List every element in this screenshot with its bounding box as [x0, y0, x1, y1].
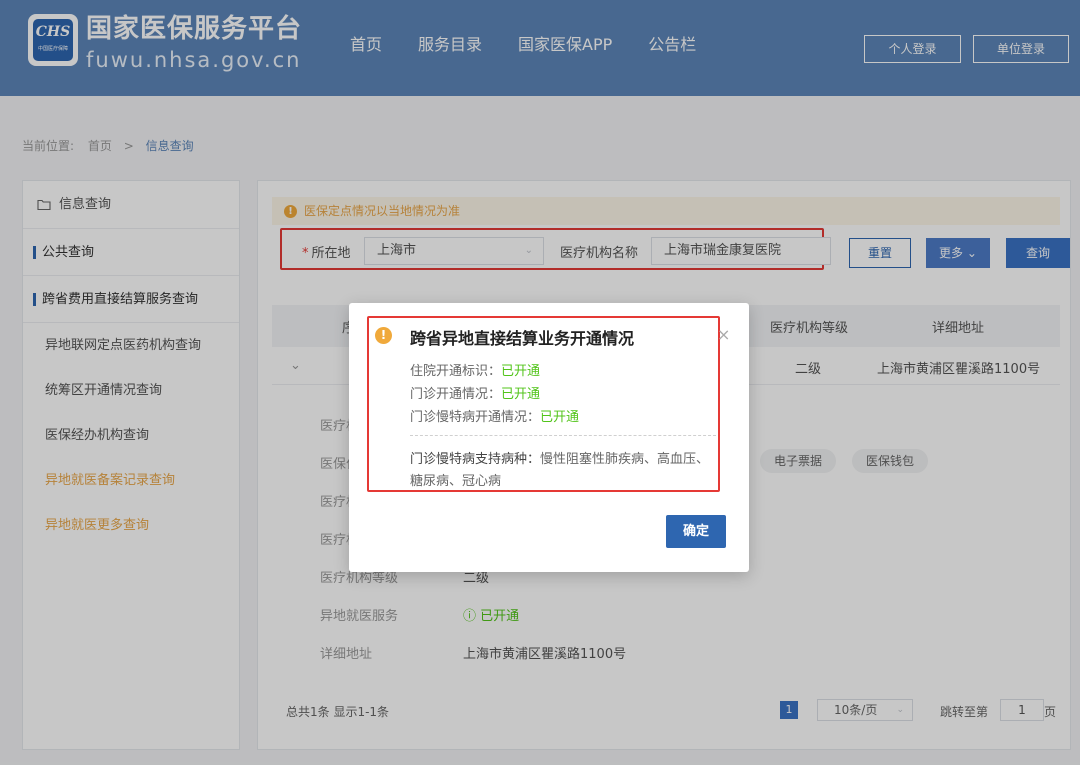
supported-diseases: 门诊慢特病支持病种：慢性阻塞性肺疾病、高血压、糖尿病、冠心病	[410, 452, 710, 489]
close-icon[interactable]: ×	[717, 325, 730, 344]
dialog-divider	[410, 435, 716, 436]
confirm-button[interactable]: 确定	[666, 515, 726, 548]
inpatient-status: 住院开通标识：已开通	[410, 364, 541, 379]
dialog-title: 跨省异地直接结算业务开通情况	[410, 329, 635, 348]
chronic-outpatient-status: 门诊慢特病开通情况：已开通	[410, 410, 580, 425]
status-dialog: ! 跨省异地直接结算业务开通情况 × 住院开通标识：已开通 门诊开通情况：已开通…	[349, 303, 749, 572]
warning-icon: !	[375, 327, 392, 344]
outpatient-status: 门诊开通情况：已开通	[410, 387, 541, 402]
